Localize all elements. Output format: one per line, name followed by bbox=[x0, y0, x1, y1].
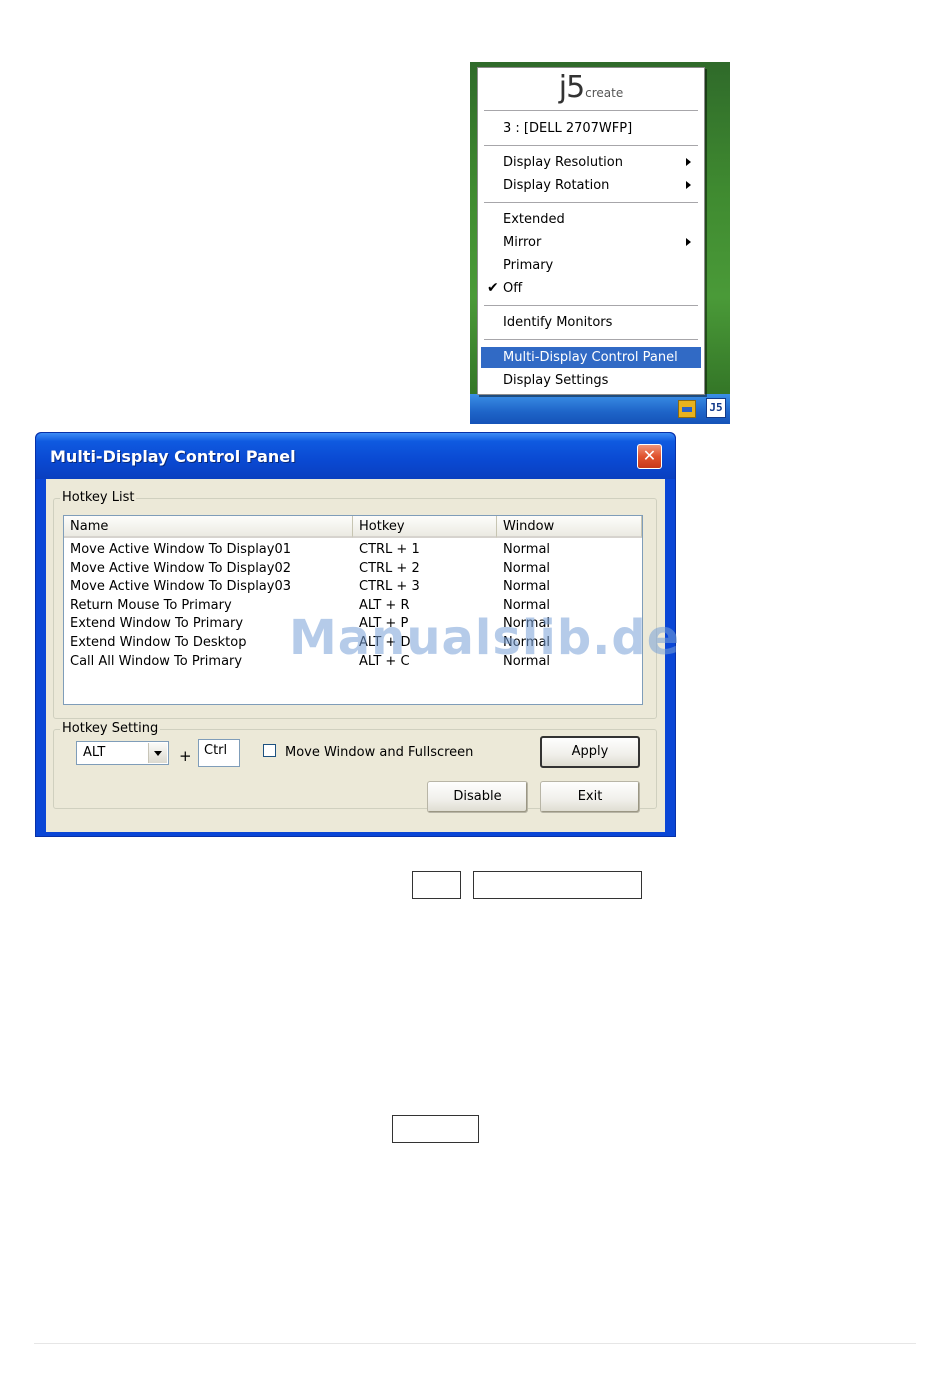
table-row[interactable]: Move Active Window To Display01 CTRL + 1… bbox=[64, 541, 642, 560]
menu-item-monitor[interactable]: 3 : [DELL 2707WFP] bbox=[481, 118, 701, 139]
hotkey-list-label: Hotkey List bbox=[60, 490, 137, 505]
empty-box-lower bbox=[392, 1115, 479, 1143]
chevron-down-icon[interactable] bbox=[148, 743, 167, 763]
key-input[interactable]: Ctrl bbox=[198, 739, 240, 767]
apply-button[interactable]: Apply bbox=[540, 736, 640, 768]
watermark: Manualslib.de bbox=[289, 610, 681, 666]
tray-monitor-icon[interactable] bbox=[678, 400, 696, 418]
menu-item-display-resolution[interactable]: Display Resolution bbox=[481, 152, 701, 173]
menu-item-off[interactable]: ✔ Off bbox=[481, 278, 701, 299]
menu-item-display-rotation[interactable]: Display Rotation bbox=[481, 175, 701, 196]
submenu-arrow-icon bbox=[686, 238, 691, 246]
close-icon: ✕ bbox=[642, 446, 657, 465]
page-footer-divider bbox=[34, 1343, 916, 1344]
hotkey-setting-label: Hotkey Setting bbox=[60, 721, 161, 736]
taskbar: J5 bbox=[470, 394, 730, 424]
move-window-fullscreen-checkbox[interactable] bbox=[263, 744, 276, 757]
menu-item-display-settings[interactable]: Display Settings bbox=[481, 370, 701, 391]
menu-separator bbox=[484, 110, 698, 112]
menu-separator bbox=[484, 202, 698, 204]
move-window-fullscreen-label[interactable]: Move Window and Fullscreen bbox=[285, 745, 473, 760]
empty-box-small bbox=[412, 871, 461, 899]
menu-item-identify-monitors[interactable]: Identify Monitors bbox=[481, 312, 701, 333]
list-header: Name Hotkey Window bbox=[64, 516, 642, 538]
menu-separator bbox=[484, 145, 698, 147]
dialog-title: Multi-Display Control Panel bbox=[50, 447, 296, 466]
plus-sign: + bbox=[179, 747, 192, 765]
j5create-logo: j5create bbox=[558, 70, 624, 105]
empty-box-wide bbox=[473, 871, 642, 899]
submenu-arrow-icon bbox=[686, 181, 691, 189]
menu-separator bbox=[484, 305, 698, 307]
disable-button[interactable]: Disable bbox=[427, 781, 528, 813]
menu-item-extended[interactable]: Extended bbox=[481, 209, 701, 230]
menu-separator bbox=[484, 339, 698, 341]
table-row[interactable]: Move Active Window To Display02 CTRL + 2… bbox=[64, 560, 642, 579]
column-header-hotkey[interactable]: Hotkey bbox=[353, 516, 497, 538]
table-row[interactable]: Move Active Window To Display03 CTRL + 3… bbox=[64, 578, 642, 597]
tray-context-menu: j5create 3 : [DELL 2707WFP] Display Reso… bbox=[477, 67, 705, 395]
column-header-name[interactable]: Name bbox=[64, 516, 353, 538]
checkmark-icon: ✔ bbox=[487, 280, 499, 296]
close-button[interactable]: ✕ bbox=[637, 444, 662, 469]
dialog-titlebar[interactable]: Multi-Display Control Panel ✕ bbox=[36, 433, 675, 479]
menu-item-multi-display-control-panel[interactable]: Multi-Display Control Panel bbox=[481, 347, 701, 368]
column-header-window[interactable]: Window bbox=[497, 516, 642, 538]
submenu-arrow-icon bbox=[686, 158, 691, 166]
menu-item-mirror[interactable]: Mirror bbox=[481, 232, 701, 253]
exit-button[interactable]: Exit bbox=[540, 781, 640, 813]
menu-item-primary[interactable]: Primary bbox=[481, 255, 701, 276]
modifier-select[interactable]: ALT bbox=[76, 741, 169, 765]
j5-tray-icon[interactable]: J5 bbox=[706, 398, 726, 418]
